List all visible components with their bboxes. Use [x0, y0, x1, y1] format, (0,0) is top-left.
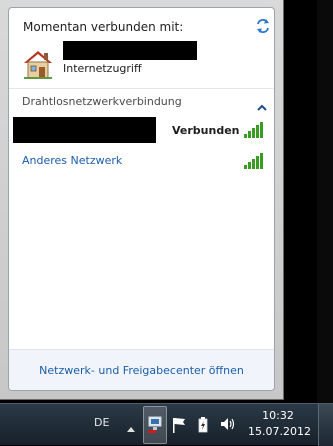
redacted-ssid [13, 117, 156, 143]
show-desktop-button[interactable] [318, 404, 333, 446]
network-flyout: Momentan verbunden mit: Internetzugriff [0, 0, 284, 400]
volume-icon[interactable] [220, 416, 236, 432]
background-window-edge [284, 0, 333, 403]
show-hidden-icons-arrow-icon[interactable] [126, 418, 136, 432]
network-access-type: Internetzugriff [63, 62, 142, 75]
flyout-footer: Netzwerk- und Freigabecenter öffnen [9, 349, 274, 390]
divider [9, 88, 274, 89]
power-icon[interactable] [196, 416, 210, 434]
connected-network-row[interactable]: Verbunden [9, 115, 274, 145]
language-indicator[interactable]: DE [94, 416, 109, 429]
connection-status: Verbunden [172, 124, 240, 137]
connected-to-heading: Momentan verbunden mit: [23, 20, 184, 34]
house-network-icon [22, 48, 54, 80]
action-center-flag-icon[interactable] [172, 417, 186, 433]
clock-date: 15.07.2012 [248, 425, 311, 438]
redacted-network-name [63, 41, 197, 60]
taskbar-clock[interactable]: 10:32 15.07.2012 [248, 408, 311, 440]
signal-strength-icon [244, 152, 266, 169]
network-flyout-panel: Momentan verbunden mit: Internetzugriff [8, 7, 275, 391]
network-tray-icon[interactable] [143, 406, 167, 444]
other-network-row[interactable]: Anderes Netzwerk [9, 148, 274, 174]
collapse-chevron-icon[interactable] [257, 97, 267, 111]
wireless-section-header[interactable]: Drahtlosnetzwerkverbindung [22, 95, 182, 108]
background-scrollbar [317, 0, 333, 403]
refresh-icon[interactable] [255, 18, 271, 34]
clock-time: 10:32 [262, 409, 294, 422]
open-network-center-link[interactable]: Netzwerk- und Freigabecenter öffnen [9, 364, 274, 377]
other-network-label[interactable]: Anderes Netzwerk [22, 154, 122, 167]
taskbar: DE 10:32 15.07.2012 [0, 403, 333, 446]
signal-strength-icon [244, 121, 266, 138]
